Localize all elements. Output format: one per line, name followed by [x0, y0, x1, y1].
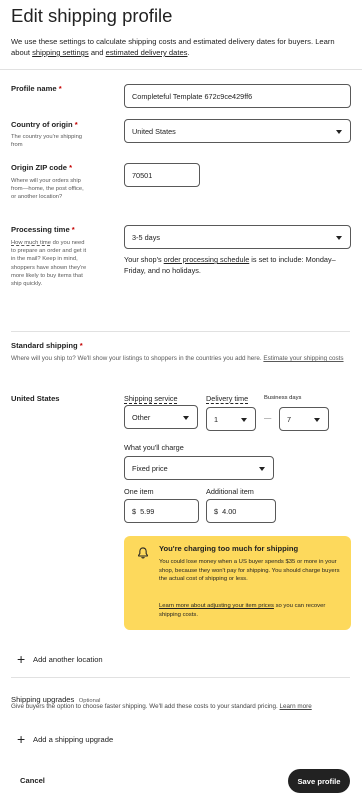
processing-label: Processing time *	[11, 225, 75, 234]
processing-select[interactable]: 3-5 days	[124, 225, 351, 249]
cancel-button[interactable]: Cancel	[20, 776, 45, 785]
zip-label: Origin ZIP code *	[11, 163, 73, 172]
delivery-time-label: Delivery time	[206, 394, 249, 403]
currency-symbol: $	[214, 506, 219, 516]
divider	[11, 677, 350, 678]
charge-label: What you'll charge	[124, 443, 184, 452]
standard-shipping-desc: Where will you ship to? We'll show your …	[11, 355, 344, 362]
processing-schedule-link[interactable]: order processing schedule	[164, 255, 250, 264]
estimate-shipping-link[interactable]: Estimate your shipping costs	[263, 355, 343, 362]
delivery-range-dash: —	[264, 413, 272, 422]
one-item-price-input[interactable]: $ 5.99	[124, 499, 199, 523]
delivery-max-select[interactable]: 7	[279, 407, 329, 431]
standard-shipping-label: Standard shipping *	[11, 341, 83, 350]
one-item-label: One item	[124, 487, 154, 496]
profile-name-input[interactable]: Completeful Template 672c9ce429ff6	[124, 84, 351, 108]
alert-link-text: Learn more about adjusting your item pri…	[159, 603, 326, 618]
estimated-delivery-link[interactable]: estimated delivery dates	[106, 48, 188, 57]
business-days-label: Business days	[264, 395, 302, 401]
location-label: United States	[11, 394, 60, 403]
plus-icon: +	[17, 651, 26, 667]
shipping-service-label: Shipping service	[124, 394, 178, 403]
shipping-service-select[interactable]: Other	[124, 405, 198, 429]
country-select[interactable]: United States	[124, 119, 351, 143]
processing-note: Your shop's order processing schedule is…	[124, 255, 336, 275]
delivery-min-select[interactable]: 1	[206, 407, 256, 431]
adjust-prices-link[interactable]: Learn more about adjusting your item pri…	[159, 603, 274, 609]
learn-more-link[interactable]: Learn more	[280, 703, 312, 710]
add-location-button[interactable]: + Add another location	[17, 651, 103, 667]
alert-title: You're charging too much for shipping	[159, 544, 299, 553]
shipping-settings-link[interactable]: shipping settings	[32, 48, 89, 57]
save-profile-button[interactable]: Save profile	[288, 769, 350, 793]
intro-text: We use these settings to calculate shipp…	[11, 37, 335, 57]
processing-hint: How much time do you need to prepare an …	[11, 240, 87, 288]
bell-icon	[138, 547, 148, 559]
upgrades-desc: Give buyers the option to choose faster …	[11, 703, 312, 710]
country-hint: The country you're shipping from	[11, 134, 83, 149]
currency-symbol: $	[132, 506, 137, 516]
zip-hint: Where will your orders ship from—home, t…	[11, 178, 84, 201]
zip-input[interactable]: 70501	[124, 163, 200, 187]
divider	[11, 331, 350, 332]
additional-item-price-input[interactable]: $ 4.00	[206, 499, 276, 523]
page-title: Edit shipping profile	[11, 5, 173, 26]
additional-item-label: Additional item	[206, 487, 254, 496]
charge-select[interactable]: Fixed price	[124, 456, 274, 480]
alert-body: You could lose money when a US buyer spe…	[159, 559, 340, 583]
divider	[0, 69, 362, 70]
add-upgrade-button[interactable]: + Add a shipping upgrade	[17, 731, 113, 747]
shipping-cost-alert: You're charging too much for shipping Yo…	[124, 536, 351, 630]
plus-icon: +	[17, 731, 26, 747]
country-label: Country of origin *	[11, 120, 78, 129]
profile-name-label: Profile name *	[11, 84, 62, 93]
